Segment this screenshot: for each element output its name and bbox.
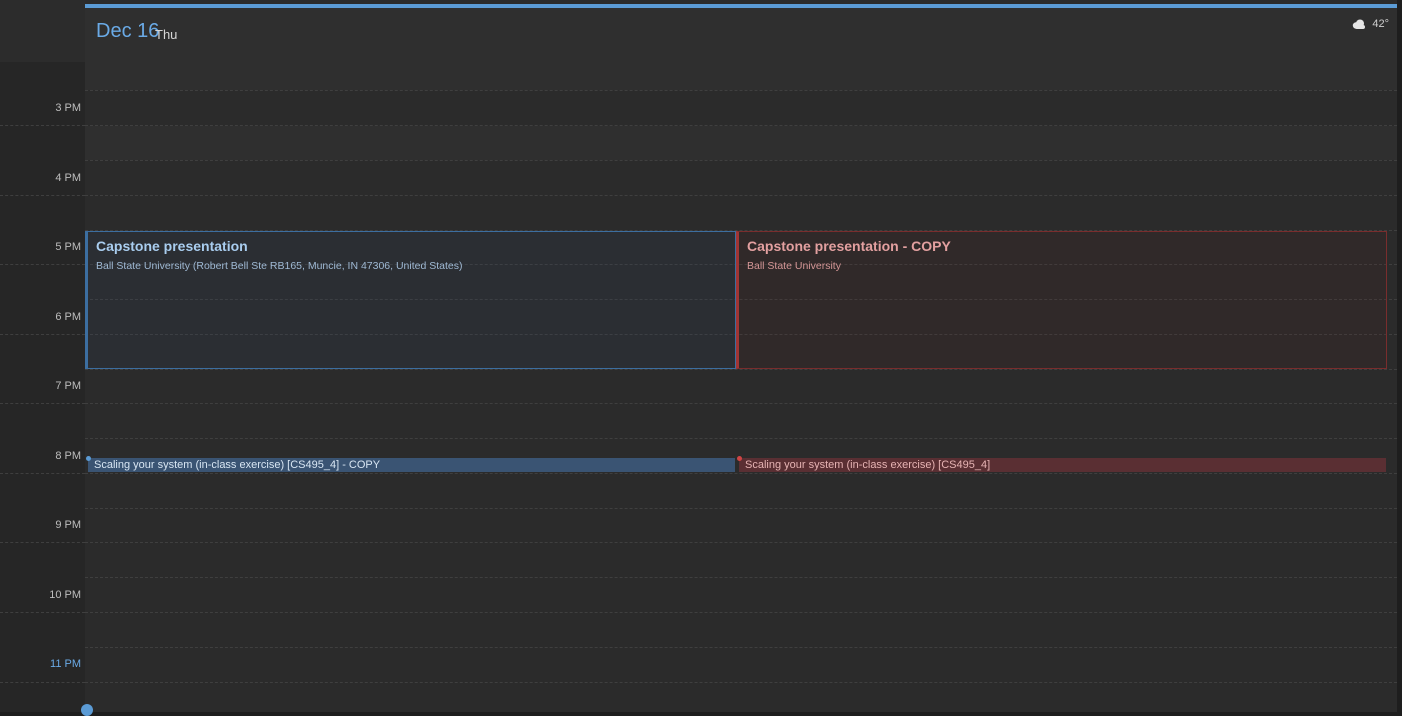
gutter-line <box>0 195 85 196</box>
weather-indicator[interactable]: 42° <box>1351 18 1389 30</box>
gutter-line <box>0 542 85 543</box>
event-title: Scaling your system (in-class exercise) … <box>745 459 991 471</box>
time-label-7pm: 7 PM <box>55 380 81 392</box>
event-marker <box>737 456 742 461</box>
gutter-line <box>0 334 85 335</box>
time-label-5pm: 5 PM <box>55 241 81 253</box>
grid-line <box>85 195 1397 196</box>
time-gutter-header <box>0 0 85 62</box>
grid-line <box>85 612 1397 613</box>
time-label-6pm: 6 PM <box>55 311 81 323</box>
time-label-3pm: 3 PM <box>55 102 81 114</box>
event-capstone-presentation-copy[interactable]: Capstone presentation - COPY Ball State … <box>736 231 1387 369</box>
event-scaling-system[interactable]: Scaling your system (in-class exercise) … <box>739 458 1386 472</box>
time-label-4pm: 4 PM <box>55 172 81 184</box>
grid-line <box>85 508 1397 509</box>
cloud-icon <box>1353 19 1366 29</box>
grid-line <box>85 125 1397 126</box>
time-label-8pm: 8 PM <box>55 450 81 462</box>
event-capstone-presentation[interactable]: Capstone presentation Ball State Univers… <box>85 231 736 369</box>
grid-line <box>85 403 1397 404</box>
grid-line <box>85 438 1397 439</box>
grid-line <box>85 160 1397 161</box>
event-title: Scaling your system (in-class exercise) … <box>94 459 381 471</box>
gutter-line <box>0 264 85 265</box>
current-time-indicator <box>81 704 93 716</box>
gutter-line <box>0 612 85 613</box>
gutter-line <box>0 125 85 126</box>
gutter-line <box>0 473 85 474</box>
gutter-line <box>0 682 85 683</box>
grid-line <box>85 90 1397 91</box>
date-number: Dec 16 <box>96 20 160 42</box>
grid-line <box>85 682 1397 683</box>
weather-temperature: 42° <box>1372 18 1389 30</box>
day-of-week: Thu <box>155 27 178 42</box>
event-location: Ball State University (Robert Bell Ste R… <box>96 260 463 272</box>
grid-line <box>85 647 1397 648</box>
time-label-9pm: 9 PM <box>55 519 81 531</box>
grid-band <box>85 126 1397 160</box>
time-label-10pm: 10 PM <box>49 589 81 601</box>
event-scaling-system-copy[interactable]: Scaling your system (in-class exercise) … <box>88 458 735 472</box>
event-title: Capstone presentation - COPY <box>747 238 951 254</box>
grid-line <box>85 577 1397 578</box>
day-header[interactable]: Dec 16 Thu 42° <box>85 8 1397 62</box>
grid-line <box>85 542 1397 543</box>
grid-line <box>85 369 1397 370</box>
grid-line <box>85 473 1397 474</box>
event-title: Capstone presentation <box>96 238 248 254</box>
event-location: Ball State University <box>747 260 841 272</box>
grid-band <box>85 62 1397 90</box>
gutter-line <box>0 403 85 404</box>
event-marker <box>86 456 91 461</box>
time-label-11pm: 11 PM <box>50 658 81 670</box>
